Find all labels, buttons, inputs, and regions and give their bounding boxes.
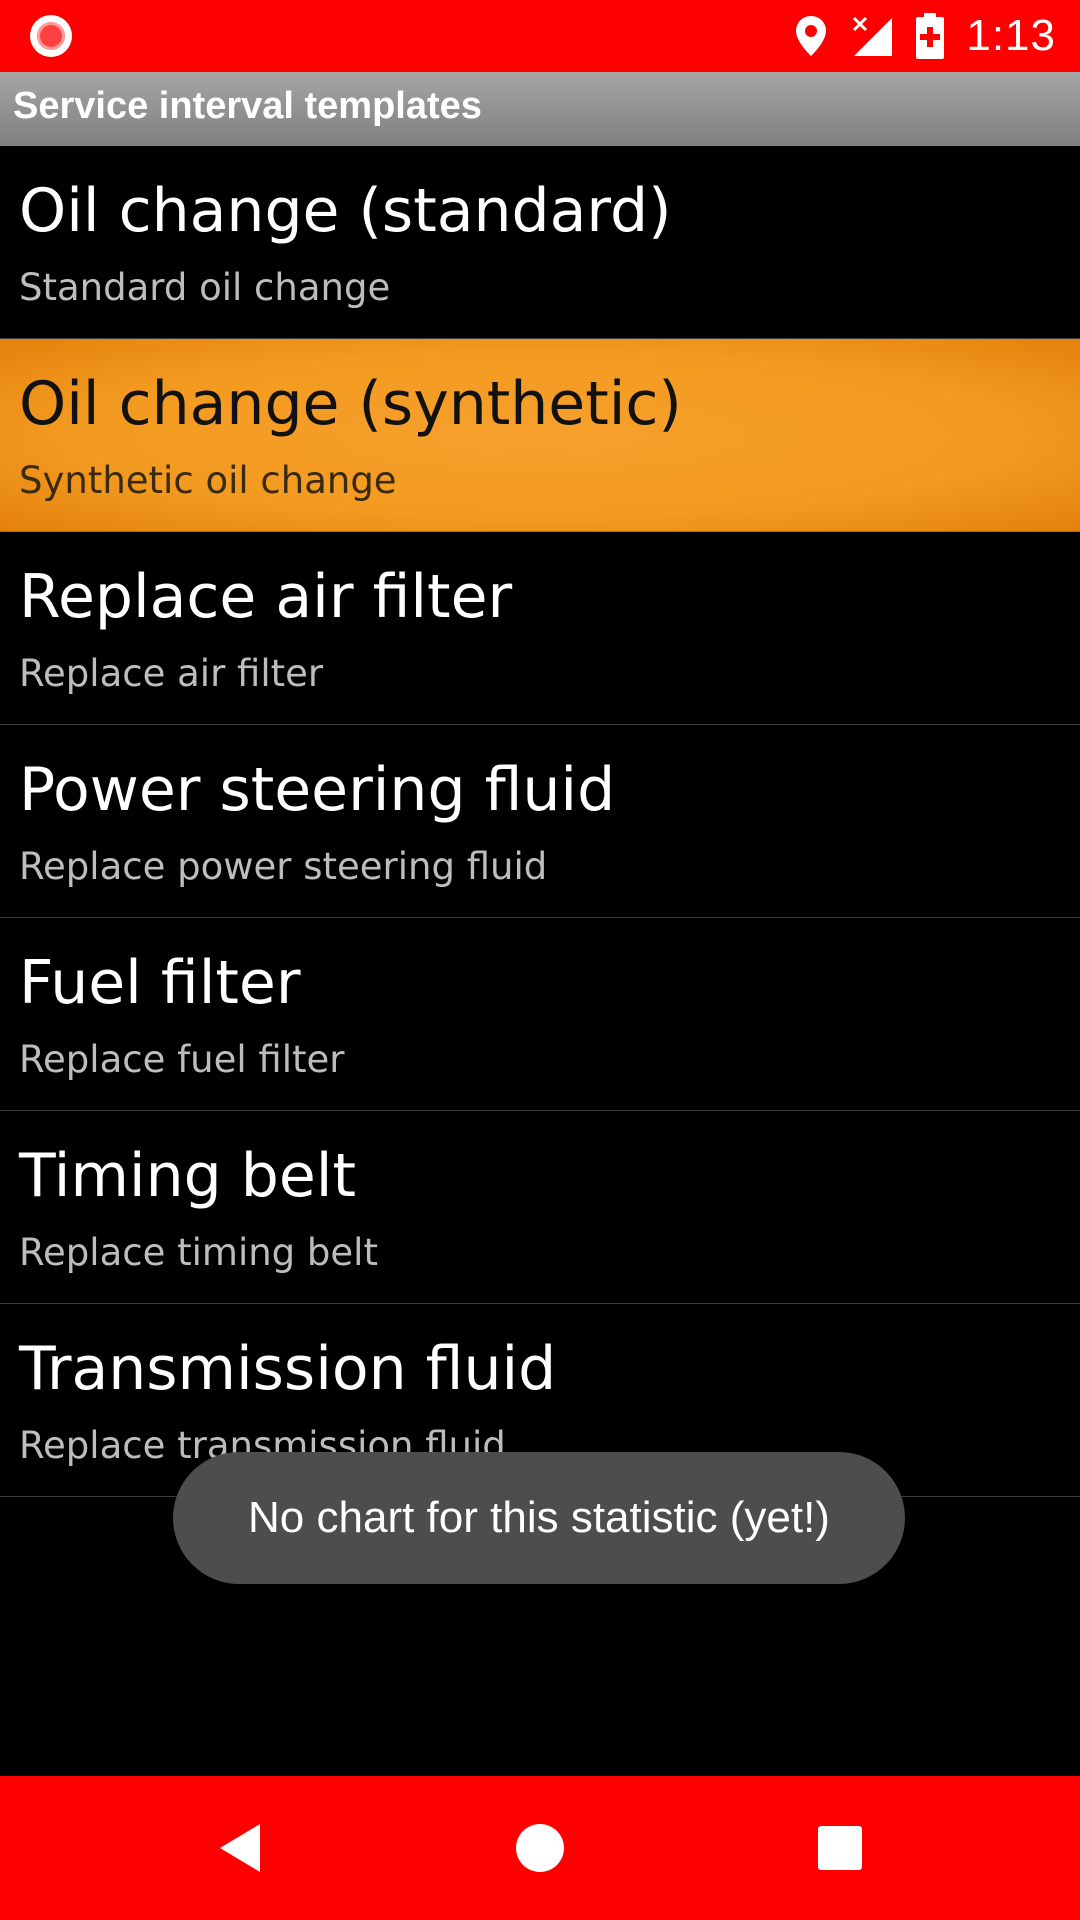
list-item-subtitle: Replace fuel filter — [19, 1038, 345, 1081]
list-item[interactable]: Power steering fluid Replace power steer… — [0, 725, 1080, 918]
home-icon — [516, 1824, 564, 1872]
toast-message: No chart for this statistic (yet!) — [248, 1493, 830, 1542]
list-item-title: Fuel filter — [19, 948, 301, 1018]
list-item-title: Oil change (synthetic) — [19, 369, 682, 439]
list-item-subtitle: Replace timing belt — [19, 1231, 378, 1274]
back-icon — [220, 1824, 260, 1872]
list-item[interactable]: Fuel filter Replace fuel filter — [0, 918, 1080, 1111]
recents-icon — [818, 1826, 862, 1870]
list-item[interactable]: Replace air filter Replace air filter — [0, 532, 1080, 725]
list-item[interactable]: Oil change (synthetic) Synthetic oil cha… — [0, 339, 1080, 532]
list-item-title: Replace air filter — [19, 562, 513, 632]
template-list: Oil change (standard) Standard oil chang… — [0, 146, 1080, 1497]
back-button[interactable] — [160, 1776, 320, 1920]
list-item[interactable]: Timing belt Replace timing belt — [0, 1111, 1080, 1304]
list-item[interactable]: Oil change (standard) Standard oil chang… — [0, 146, 1080, 339]
list-item-title: Timing belt — [19, 1141, 356, 1211]
location-icon — [794, 14, 828, 58]
recording-icon — [30, 15, 72, 57]
app-bar: Service interval templates — [0, 72, 1080, 146]
recents-button[interactable] — [760, 1776, 920, 1920]
list-item-subtitle: Replace power steering fluid — [19, 845, 548, 888]
status-icons: 1:13 — [794, 0, 1056, 72]
navigation-bar — [0, 1776, 1080, 1920]
list-item-title: Transmission fluid — [19, 1334, 557, 1404]
toast: No chart for this statistic (yet!) — [173, 1452, 905, 1584]
home-button[interactable] — [460, 1776, 620, 1920]
list-item-subtitle: Synthetic oil change — [19, 459, 397, 502]
battery-charging-icon — [916, 13, 945, 59]
status-time: 1:13 — [966, 11, 1056, 60]
status-bar: 1:13 — [0, 0, 1080, 72]
page-title: Service interval templates — [13, 85, 482, 127]
list-item-title: Power steering fluid — [19, 755, 616, 825]
screen: 1:13 Service interval templates Oil chan… — [0, 0, 1080, 1920]
list-item-subtitle: Standard oil change — [19, 266, 391, 309]
list-item-title: Oil change (standard) — [19, 176, 672, 246]
signal-off-icon — [850, 14, 894, 58]
list-item-subtitle: Replace air filter — [19, 652, 324, 695]
